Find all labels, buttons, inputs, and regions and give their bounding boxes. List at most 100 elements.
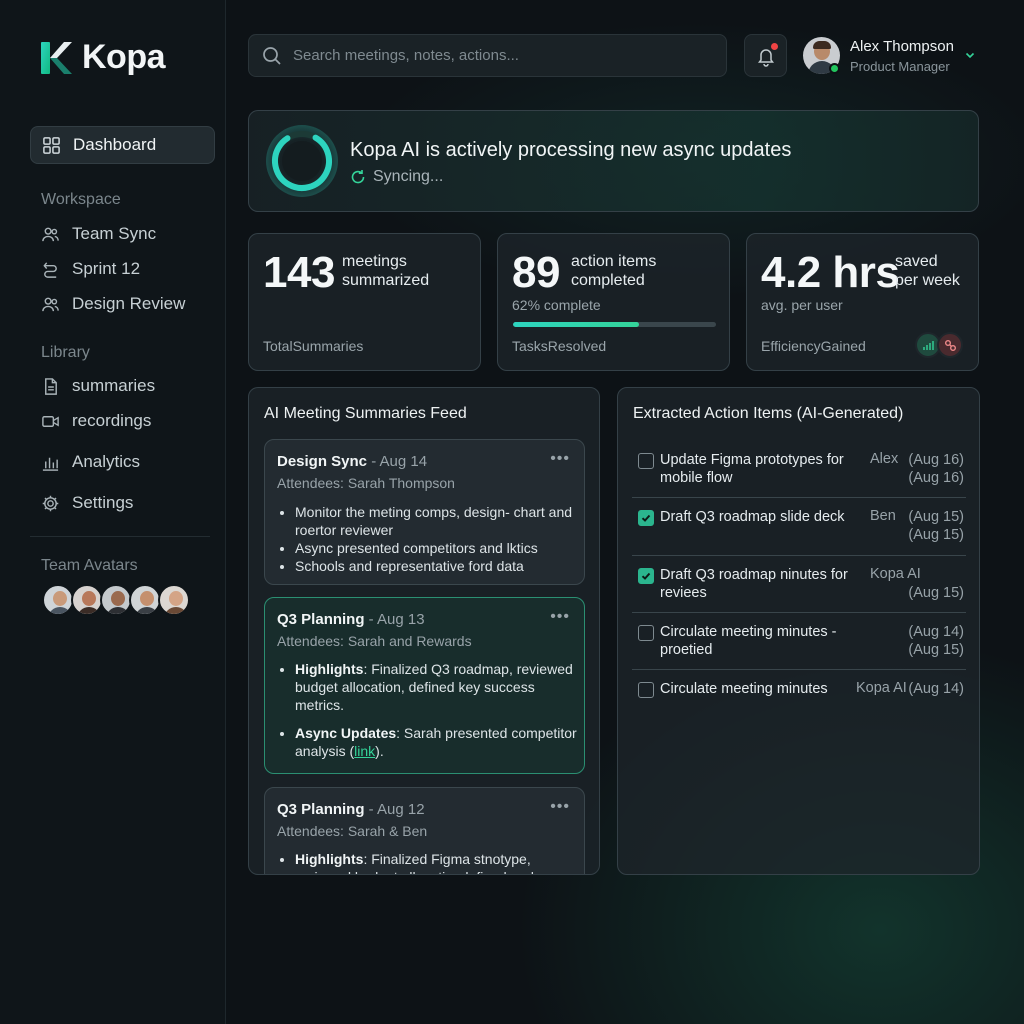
sidebar-item-team-sync[interactable]: Team Sync xyxy=(30,215,215,253)
bullet-label: Highlights xyxy=(295,851,364,867)
action-checkbox[interactable] xyxy=(638,625,654,641)
sidebar-item-dashboard[interactable]: Dashboard xyxy=(30,126,215,164)
stat-subtext: 62% complete xyxy=(512,297,601,313)
action-text: Circulate meeting minutes xyxy=(660,681,828,697)
list-item: Monitor the meting comps, design- chart … xyxy=(295,503,577,539)
stat-label: saved per week xyxy=(895,252,960,290)
sync-status: Syncing... xyxy=(350,168,443,186)
analysis-link[interactable]: link xyxy=(354,743,375,759)
date-line: (Aug 15) xyxy=(908,642,964,658)
processing-ring-icon xyxy=(266,125,338,197)
more-options-icon[interactable]: ••• xyxy=(550,450,570,468)
action-text: Draft Q3 roadmap ninutes for reviees xyxy=(660,567,848,601)
stat-label: meetings summarized xyxy=(342,252,429,290)
date-line: (Aug 16) xyxy=(908,452,964,468)
action-text: Draft Q3 roadmap slide deck xyxy=(660,509,845,525)
meeting-name: Q3 Planning xyxy=(277,611,365,628)
sidebar-item-summaries[interactable]: summaries xyxy=(30,367,215,405)
attendees: Attendees: Sarah & Ben xyxy=(277,823,428,839)
action-item-row[interactable]: Circulate meeting minutes Kopa AI (Aug 1… xyxy=(632,670,966,710)
stat-card-summaries[interactable]: 143 meetings summarized TotalSummaries xyxy=(248,233,481,371)
action-checkbox[interactable] xyxy=(638,682,654,698)
list-item: Async Updates: Sarah presented competito… xyxy=(295,724,577,760)
sidebar-item-label: Settings xyxy=(72,493,134,512)
avatar[interactable] xyxy=(71,584,103,616)
user-name[interactable]: Alex Thompson xyxy=(850,38,954,55)
action-text: Circulate meeting minutes - proetied xyxy=(660,624,837,658)
sidebar-item-recordings[interactable]: recordings xyxy=(30,402,215,440)
action-checkbox[interactable] xyxy=(638,453,654,469)
action-owner: Alex xyxy=(870,451,899,467)
attendees: Attendees: Sarah Thompson xyxy=(277,475,455,491)
action-checkbox[interactable] xyxy=(638,568,654,584)
date-line: (Aug 15) xyxy=(908,585,964,601)
action-item-row[interactable]: Draft Q3 roadmap ninutes for reviees Kop… xyxy=(632,556,966,613)
section-label-workspace: Workspace xyxy=(41,191,121,208)
stat-mini-icons xyxy=(915,332,963,358)
summary-card[interactable]: Q3 Planning - Aug 12 ••• Attendees: Sara… xyxy=(264,787,585,874)
chevron-down-icon[interactable] xyxy=(964,49,976,61)
bullet-label: Async Updates xyxy=(295,725,397,741)
stat-card-tasks[interactable]: 89 action items completed 62% complete T… xyxy=(497,233,730,371)
brand-logo[interactable]: Kopa xyxy=(40,38,166,77)
sidebar-item-sprint-12[interactable]: Sprint 12 xyxy=(30,250,215,288)
date-line xyxy=(908,566,964,584)
stat-label-line: meetings xyxy=(342,253,407,270)
action-text: Update Figma prototypes for mobile flow xyxy=(660,452,844,486)
sidebar-item-label: Analytics xyxy=(72,452,141,471)
meeting-date: - Aug 12 xyxy=(364,801,425,818)
video-camera-icon xyxy=(42,415,59,427)
action-item-row[interactable]: Draft Q3 roadmap slide deck Ben (Aug 15)… xyxy=(632,498,966,556)
action-item-row[interactable]: Circulate meeting minutes - proetied (Au… xyxy=(632,613,966,670)
brand-name: Kopa xyxy=(82,38,166,76)
attendees: Attendees: Sarah and Rewards xyxy=(277,633,472,649)
action-items-panel: Extracted Action Items (AI-Generated) Up… xyxy=(617,387,980,875)
sidebar: Kopa Dashboard Workspace Team Sync Sprin… xyxy=(0,0,226,1024)
panel-title: Extracted Action Items (AI-Generated) xyxy=(633,405,904,422)
notifications-button[interactable] xyxy=(744,34,787,77)
avatar[interactable] xyxy=(100,584,132,616)
more-options-icon[interactable]: ••• xyxy=(550,798,570,816)
summary-bullets: Monitor the meting comps, design- chart … xyxy=(295,503,577,575)
stat-label-line: summarized xyxy=(342,272,430,289)
stat-card-efficiency[interactable]: 4.2 hrs saved per week avg. per user Eff… xyxy=(746,233,979,371)
summary-card-title: Q3 Planning - Aug 12 xyxy=(277,801,425,818)
meeting-date: - Aug 13 xyxy=(364,611,425,628)
action-item-row[interactable]: Update Figma prototypes for mobile flow … xyxy=(632,441,966,498)
stat-footer: TasksResolved xyxy=(512,338,607,354)
action-date: (Aug 16) (Aug 16) xyxy=(908,451,964,487)
action-date: (Aug 15) (Aug 15) xyxy=(908,508,964,544)
link-chain-icon xyxy=(937,332,963,358)
action-owner: Kopa AI xyxy=(856,680,907,696)
search-bar[interactable] xyxy=(248,34,727,77)
search-input[interactable] xyxy=(293,47,713,64)
team-avatar-group xyxy=(42,584,190,616)
more-options-icon[interactable]: ••• xyxy=(550,608,570,626)
stat-label-line: per week xyxy=(895,272,960,289)
online-status-dot xyxy=(829,63,840,74)
meeting-name: Q3 Planning xyxy=(277,801,365,818)
sidebar-item-analytics[interactable]: Analytics xyxy=(30,443,215,481)
stat-value: 143 xyxy=(263,248,335,297)
sidebar-item-design-review[interactable]: Design Review xyxy=(30,285,215,323)
summary-card[interactable]: Q3 Planning - Aug 13 ••• Attendees: Sara… xyxy=(264,597,585,774)
stat-label-line: saved xyxy=(895,253,938,270)
summary-card[interactable]: Design Sync - Aug 14 ••• Attendees: Sara… xyxy=(264,439,585,585)
progress-fill xyxy=(513,322,639,327)
sidebar-item-settings[interactable]: Settings xyxy=(30,484,215,522)
banner-title: Kopa AI is actively processing new async… xyxy=(350,139,792,161)
action-date: (Aug 14) xyxy=(908,680,964,698)
avatar[interactable] xyxy=(129,584,161,616)
action-date: (Aug 15) xyxy=(908,566,964,602)
dashboard-grid-icon xyxy=(43,136,60,154)
stat-subtext: avg. per user xyxy=(761,297,843,313)
ai-processing-banner: Kopa AI is actively processing new async… xyxy=(248,110,979,212)
user-role: Product Manager xyxy=(850,59,950,74)
stat-footer: TotalSummaries xyxy=(263,338,364,354)
avatar[interactable] xyxy=(42,584,74,616)
sidebar-item-label: Dashboard xyxy=(73,135,157,154)
avatar[interactable] xyxy=(158,584,190,616)
action-checkbox[interactable] xyxy=(638,510,654,526)
users-icon xyxy=(42,227,59,241)
section-label-library: Library xyxy=(41,344,90,361)
